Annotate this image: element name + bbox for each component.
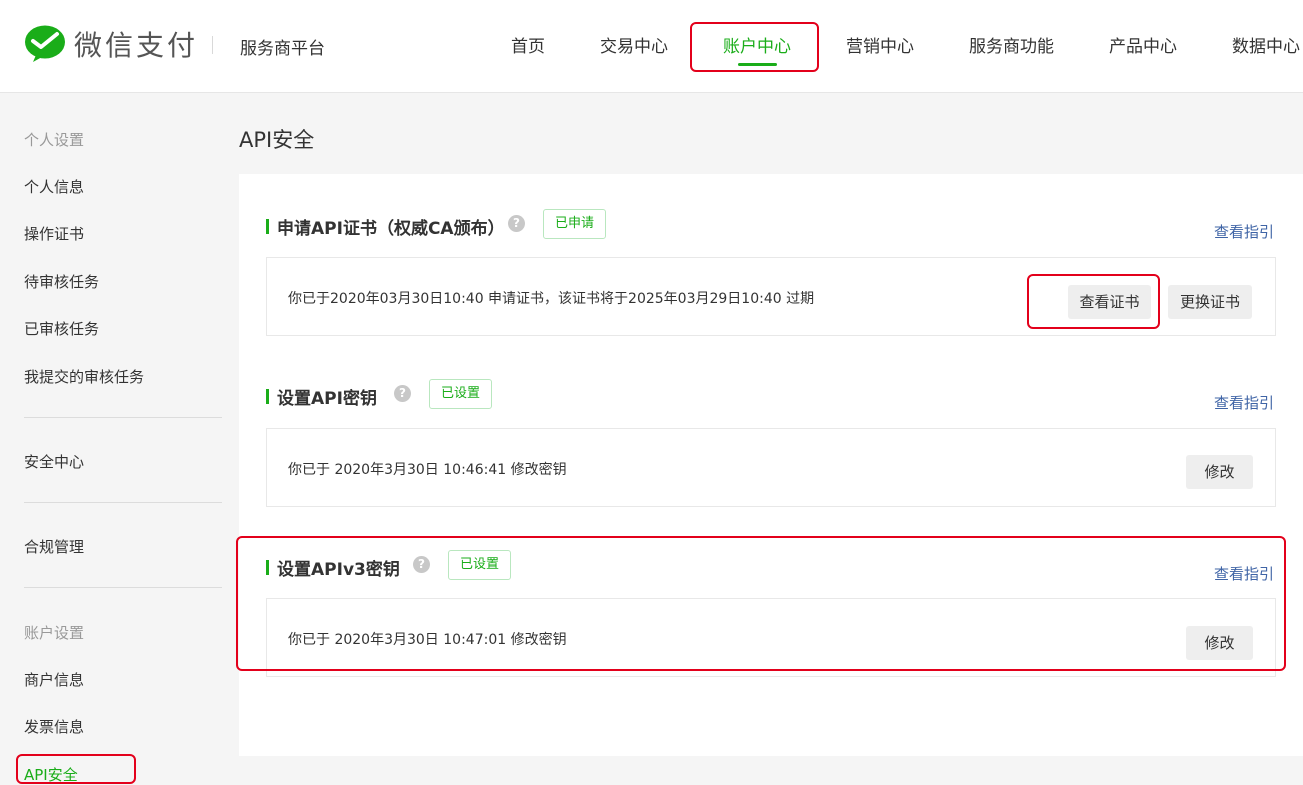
status-badge: 已设置 — [429, 379, 493, 409]
platform-name: 服务商平台 — [240, 39, 325, 59]
apiv3-key-panel: 你已于 2020年3月30日 10:47:01 修改密钥 — [266, 598, 1276, 677]
guide-link[interactable]: 查看指引 — [1214, 392, 1274, 413]
view-cert-button[interactable]: 查看证书 — [1068, 285, 1151, 319]
sidebar-item-pending-review[interactable]: 待审核任务 — [24, 271, 99, 292]
nav-products[interactable]: 产品中心 — [1109, 32, 1177, 57]
sidebar-item-reviewed[interactable]: 已审核任务 — [24, 318, 99, 339]
sidebar-item-invoice-info[interactable]: 发票信息 — [24, 716, 84, 737]
page-title: API安全 — [239, 128, 315, 152]
guide-link[interactable]: 查看指引 — [1214, 563, 1274, 584]
cert-status-text: 你已于2020年03月30日10:40 申请证书，该证书将于2025年03月29… — [288, 291, 815, 307]
wechat-pay-logo-icon — [25, 25, 65, 62]
question-circle-icon[interactable]: ? — [413, 556, 430, 573]
apiv3-key-status-text: 你已于 2020年3月30日 10:47:01 修改密钥 — [288, 632, 567, 648]
modify-apiv3-key-button[interactable]: 修改 — [1186, 626, 1253, 660]
nav-home[interactable]: 首页 — [511, 32, 545, 57]
nav-transactions[interactable]: 交易中心 — [600, 32, 668, 57]
sidebar-group-personal: 个人设置 — [24, 131, 85, 149]
section-accent-bar — [266, 389, 269, 404]
section-title-apiv3-key: 设置APIv3密钥 — [266, 555, 400, 580]
nav-data-center[interactable]: 数据中心 — [1232, 32, 1300, 57]
question-circle-icon[interactable]: ? — [508, 215, 525, 232]
nav-active-indicator — [738, 63, 777, 66]
section-title-api-key: 设置API密钥 — [266, 384, 377, 409]
sidebar-item-operation-cert[interactable]: 操作证书 — [24, 223, 84, 244]
section-title-api-cert: 申请API证书（权威CA颁布） — [266, 214, 505, 239]
nav-account-center[interactable]: 账户中心 — [723, 32, 791, 57]
sidebar-item-compliance[interactable]: 合规管理 — [24, 536, 84, 557]
sidebar-item-my-submitted[interactable]: 我提交的审核任务 — [24, 366, 144, 387]
status-badge: 已申请 — [543, 209, 607, 239]
sidebar-divider — [24, 502, 222, 503]
wechat-pay-logo[interactable]: 微信支付 — [24, 24, 198, 64]
api-key-panel: 你已于 2020年3月30日 10:46:41 修改密钥 — [266, 428, 1276, 507]
section-accent-bar — [266, 560, 269, 575]
sidebar-item-merchant-info[interactable]: 商户信息 — [24, 669, 84, 690]
sidebar: 个人设置 个人信息 操作证书 待审核任务 已审核任务 我提交的审核任务 安全中心… — [0, 94, 222, 785]
sidebar-divider — [24, 417, 222, 418]
section-title-text: 设置API密钥 — [277, 389, 377, 409]
status-badge: 已设置 — [448, 550, 512, 580]
nav-marketing[interactable]: 营销中心 — [846, 32, 914, 57]
sidebar-item-security-center[interactable]: 安全中心 — [24, 451, 84, 472]
section-accent-bar — [266, 219, 269, 234]
guide-link[interactable]: 查看指引 — [1214, 221, 1274, 242]
header-divider — [212, 36, 213, 54]
modify-api-key-button[interactable]: 修改 — [1186, 455, 1253, 489]
nav-provider-functions[interactable]: 服务商功能 — [969, 32, 1054, 57]
section-title-text: 设置APIv3密钥 — [277, 560, 400, 580]
replace-cert-button[interactable]: 更换证书 — [1168, 285, 1252, 319]
sidebar-divider — [24, 587, 222, 588]
section-title-text: 申请API证书（权威CA颁布） — [277, 219, 505, 239]
sidebar-item-api-security[interactable]: API安全 — [24, 764, 78, 785]
sidebar-item-personal-info[interactable]: 个人信息 — [24, 176, 84, 197]
sidebar-group-account: 账户设置 — [24, 624, 85, 642]
top-header: 微信支付 服务商平台 首页 交易中心 账户中心 营销中心 服务商功能 产品中心 … — [0, 0, 1303, 93]
api-key-status-text: 你已于 2020年3月30日 10:46:41 修改密钥 — [288, 462, 567, 478]
brand-name: 微信支付 — [74, 29, 199, 62]
question-circle-icon[interactable]: ? — [394, 385, 411, 402]
